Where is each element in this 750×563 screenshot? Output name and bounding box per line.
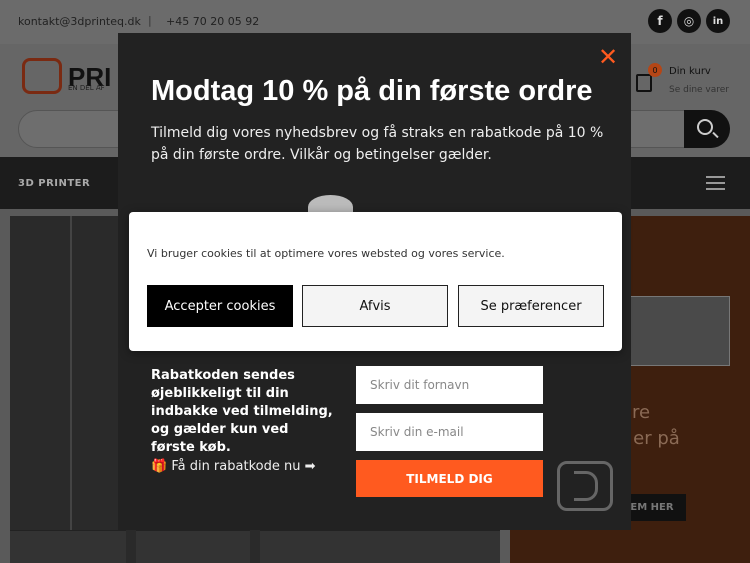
logo-mark[interactable] <box>22 58 62 94</box>
cart-subtitle[interactable]: Se dine varer <box>669 85 729 95</box>
cart-icon[interactable] <box>636 74 652 92</box>
category-tile[interactable] <box>136 530 250 563</box>
discount-link[interactable]: 🎁 Få din rabatkode nu ➡ <box>151 459 315 474</box>
menu-icon[interactable] <box>706 176 725 190</box>
cookie-text: Vi bruger cookies til at optimere vores … <box>147 247 505 260</box>
contact-email[interactable]: kontakt@3dprinteq.dk <box>18 15 141 28</box>
cart-title[interactable]: Din kurv <box>669 66 711 77</box>
contact-phone[interactable]: +45 70 20 05 92 <box>166 15 259 28</box>
logo-tagline: EN DEL AF <box>68 84 105 92</box>
modal-title: Modtag 10 % på din første ordre <box>151 75 593 107</box>
cart-count-badge: 0 <box>648 63 662 77</box>
firstname-field[interactable] <box>356 366 543 404</box>
subscribe-button[interactable]: TILMELD DIG <box>356 460 543 497</box>
instagram-icon[interactable]: ◎ <box>677 9 701 33</box>
hero-stripe <box>70 216 72 563</box>
search-icon <box>697 119 713 135</box>
category-tile[interactable] <box>10 530 126 563</box>
search-icon-handle <box>712 131 719 139</box>
decline-cookies-button[interactable]: Afvis <box>302 285 448 327</box>
cookie-banner: Vi bruger cookies til at optimere vores … <box>129 212 622 351</box>
category-tile[interactable] <box>260 530 500 563</box>
linkedin-icon[interactable]: in <box>706 9 730 33</box>
cookie-preferences-button[interactable]: Se præferencer <box>458 285 604 327</box>
nav-item-3d-printer[interactable]: 3D PRINTER <box>18 178 90 189</box>
close-icon[interactable]: ✕ <box>598 45 618 69</box>
brand-logo-inner <box>574 471 598 501</box>
search-button[interactable] <box>684 110 730 148</box>
modal-info-text: Rabatkoden sendes øjeblikkeligt til din … <box>151 368 333 455</box>
brand-logo-icon <box>557 461 613 511</box>
email-field[interactable] <box>356 413 543 451</box>
topbar-separator: | <box>148 14 152 27</box>
accept-cookies-button[interactable]: Accepter cookies <box>147 285 293 327</box>
modal-description: Tilmeld dig vores nyhedsbrev og få strak… <box>151 125 604 163</box>
hero-text-line-1: re <box>632 402 651 423</box>
facebook-icon[interactable]: f <box>648 9 672 33</box>
